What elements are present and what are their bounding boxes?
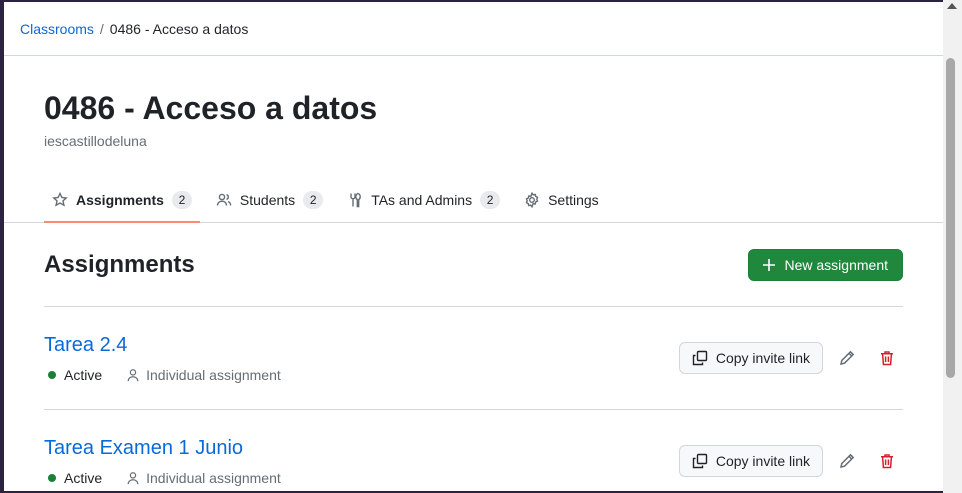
assignment-actions: Copy invite link: [678, 445, 903, 477]
breadcrumb-current: 0486 - Acceso a datos: [109, 20, 249, 37]
assignment-status: Active: [64, 469, 103, 486]
assignment-info: Tarea 2.4 Active Individual assignment: [44, 334, 281, 383]
assignment-type: Individual assignment: [146, 366, 281, 383]
tab-assignments-label: Assignments: [76, 191, 164, 208]
breadcrumb-classrooms-link[interactable]: Classrooms: [20, 21, 94, 37]
classroom-header: 0486 - Acceso a datos iescastillodeluna …: [4, 56, 943, 223]
breadcrumb: Classrooms / 0486 - Acceso a datos: [4, 2, 943, 56]
tab-students[interactable]: Students 2: [208, 177, 331, 222]
tab-students-count: 2: [303, 190, 324, 209]
pencil-icon: [840, 453, 855, 468]
trash-icon: [881, 351, 893, 366]
edit-assignment-button[interactable]: [831, 445, 863, 477]
scroll-up-arrow-icon[interactable]: [947, 3, 957, 9]
person-icon: [127, 368, 139, 381]
copy-invite-link-button[interactable]: Copy invite link: [678, 445, 823, 477]
assignments-header: Assignments New assignment: [44, 223, 903, 307]
status-dot-icon: [48, 370, 56, 379]
tab-settings-label: Settings: [548, 191, 599, 208]
page: Classrooms / 0486 - Acceso a datos 0486 …: [4, 2, 943, 491]
tab-settings[interactable]: Settings: [516, 177, 607, 222]
vertical-scrollbar[interactable]: [943, 0, 962, 493]
assignments-section: Assignments New assignment Tarea 2.4 Act…: [4, 223, 943, 491]
assignment-info: Tarea Examen 1 Junio Active Individual a…: [44, 437, 281, 486]
people-icon: [216, 193, 232, 206]
tab-assignments[interactable]: Assignments 2: [44, 177, 200, 223]
plus-icon: [762, 258, 775, 271]
tab-assignments-count: 2: [171, 190, 192, 209]
star-icon: [52, 191, 68, 207]
new-assignment-label: New assignment: [784, 256, 889, 273]
delete-assignment-button[interactable]: [871, 342, 903, 374]
copy-invite-link-label: Copy invite link: [715, 350, 810, 366]
organization-name: iescastillodeluna: [44, 133, 147, 149]
tab-tas-and-admins-label: TAs and Admins: [371, 191, 473, 208]
assignment-meta: Active Individual assignment: [44, 470, 281, 486]
tab-tas-and-admins-count: 2: [480, 190, 501, 209]
edit-assignment-button[interactable]: [831, 342, 863, 374]
person-icon: [127, 471, 139, 484]
assignment-title-link[interactable]: Tarea 2.4: [44, 334, 281, 357]
scroll-thumb[interactable]: [946, 58, 955, 378]
tools-icon: [350, 192, 362, 207]
classroom-tabs: Assignments 2 Students 2 TAs and Admins …: [44, 177, 903, 223]
assignment-meta: Active Individual assignment: [44, 367, 281, 383]
assignment-title-link[interactable]: Tarea Examen 1 Junio: [44, 437, 281, 460]
trash-icon: [881, 454, 893, 469]
copy-invite-link-button[interactable]: Copy invite link: [678, 342, 823, 374]
delete-assignment-button[interactable]: [871, 445, 903, 477]
assignment-actions: Copy invite link: [678, 342, 903, 374]
copy-icon: [692, 350, 708, 366]
assignments-heading: Assignments: [44, 250, 195, 278]
assignment-row: Tarea Examen 1 Junio Active Individual a…: [44, 410, 903, 491]
tab-students-label: Students: [239, 191, 296, 208]
page-title: 0486 - Acceso a datos: [44, 90, 378, 126]
copy-icon: [692, 453, 708, 469]
gear-icon: [525, 191, 539, 208]
pencil-icon: [840, 350, 855, 365]
new-assignment-button[interactable]: New assignment: [747, 248, 903, 281]
tab-tas-and-admins[interactable]: TAs and Admins 2: [339, 177, 508, 222]
status-dot-icon: [48, 473, 56, 482]
assignment-status: Active: [64, 366, 103, 383]
breadcrumb-separator: /: [99, 20, 104, 37]
copy-invite-link-label: Copy invite link: [715, 453, 810, 469]
assignment-row: Tarea 2.4 Active Individual assignment C…: [44, 307, 903, 410]
assignment-type: Individual assignment: [146, 469, 281, 486]
